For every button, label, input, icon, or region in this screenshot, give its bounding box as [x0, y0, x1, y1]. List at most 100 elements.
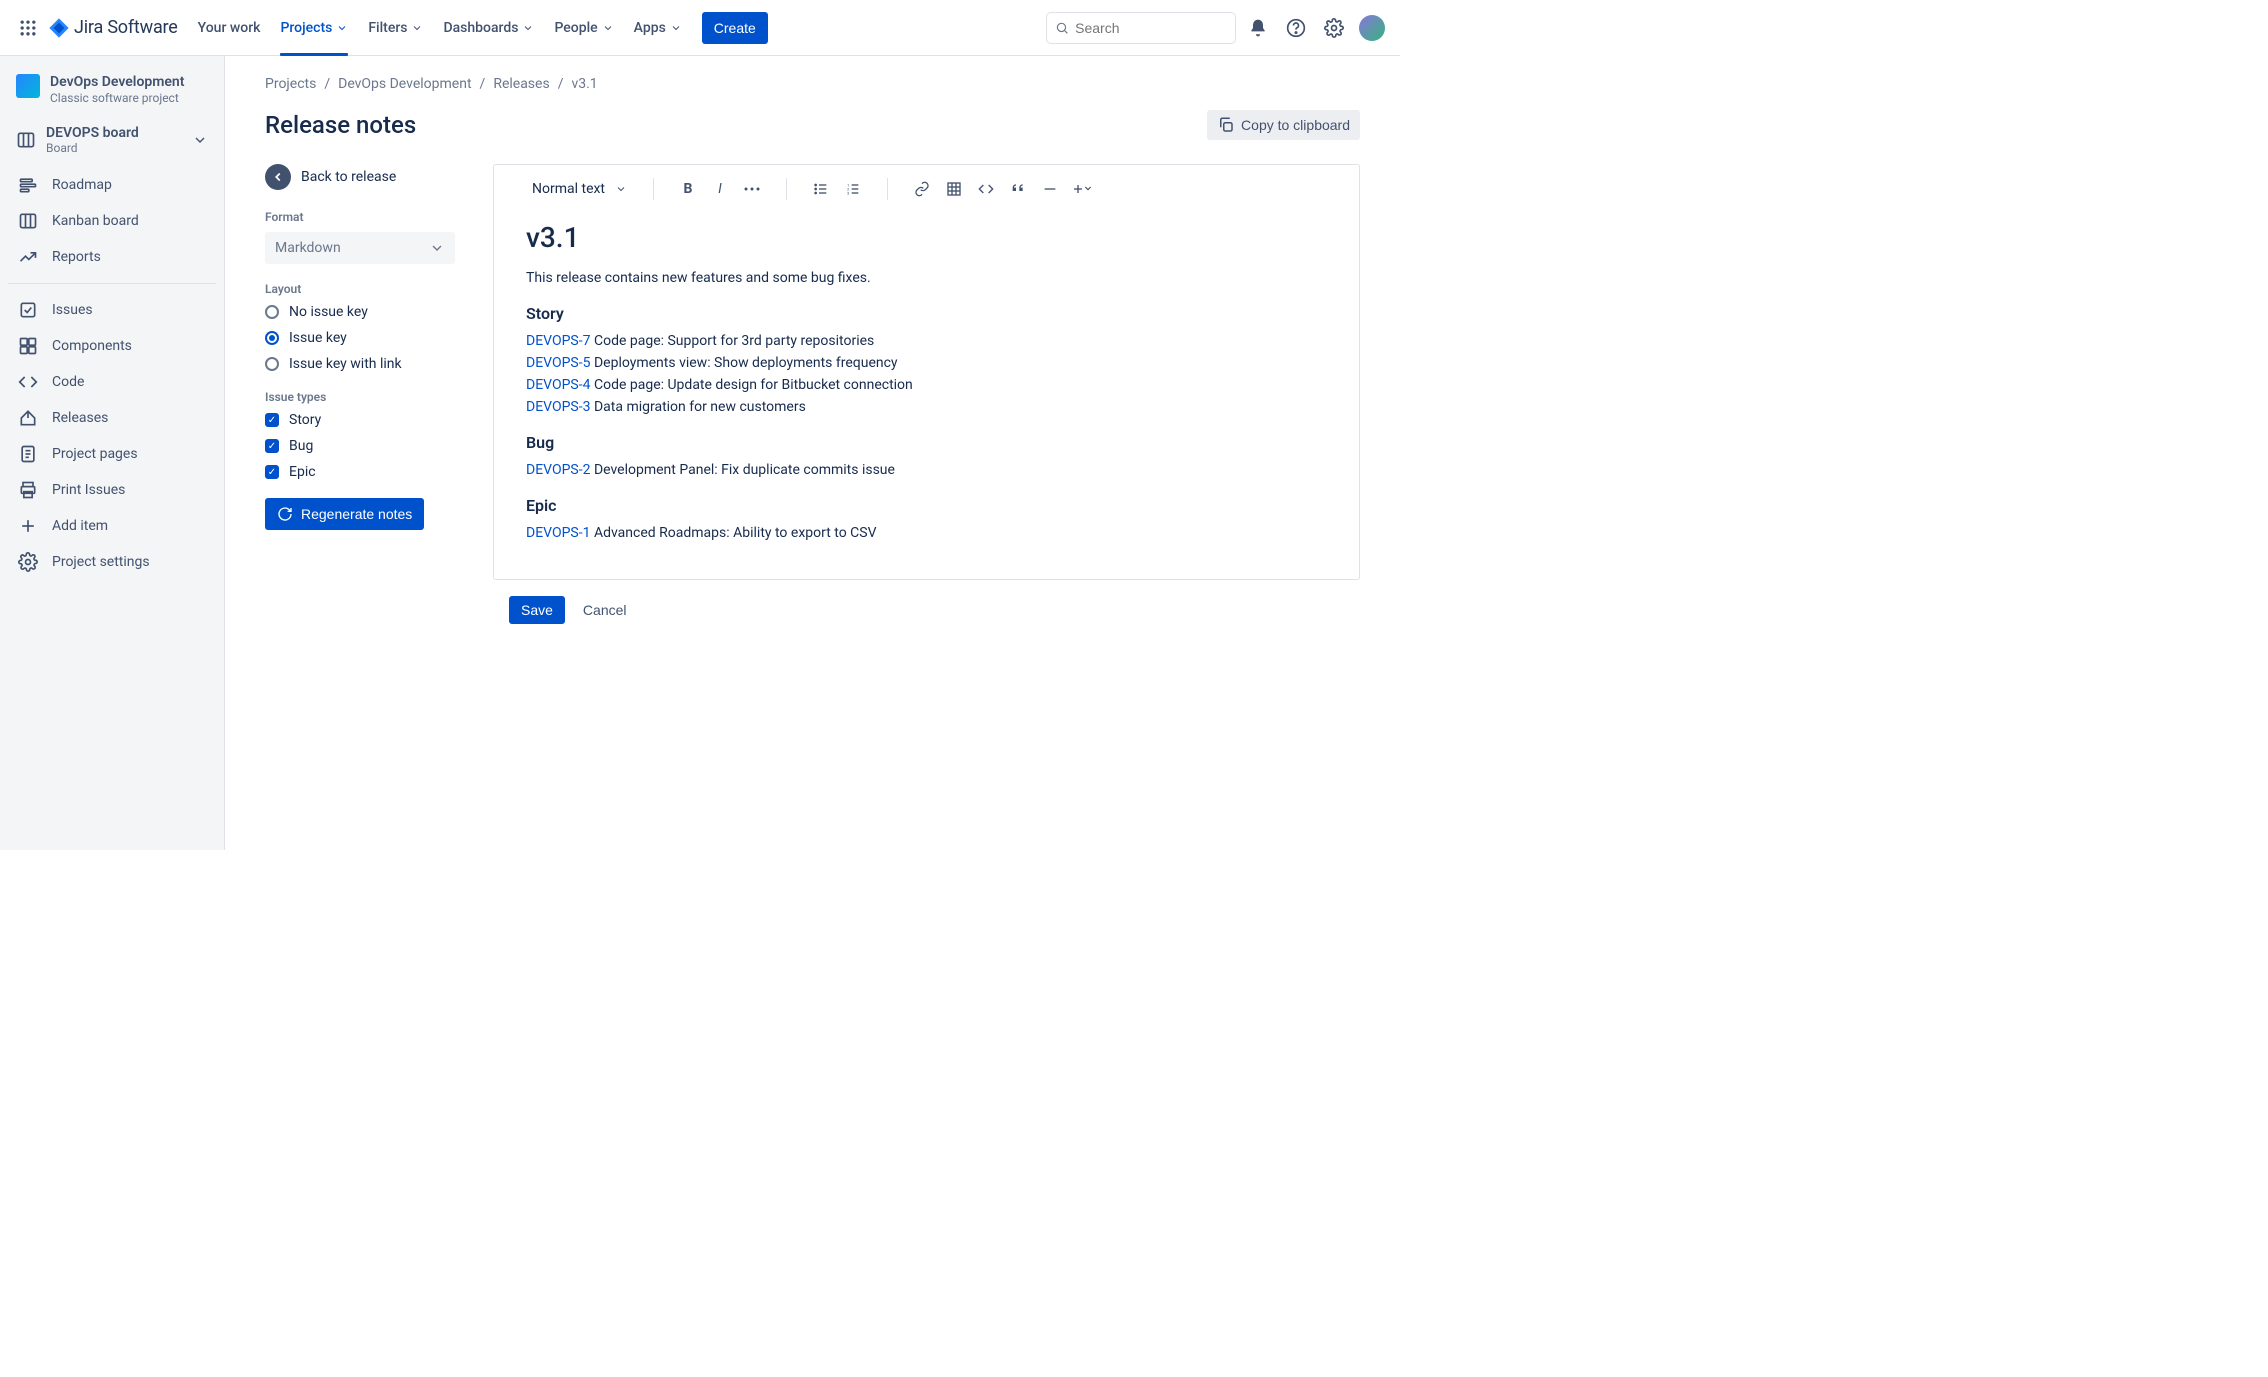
radio-icon [265, 305, 279, 319]
nav-link-dashboards[interactable]: Dashboards [435, 0, 542, 56]
toolbar-separator [653, 178, 654, 200]
kanban-icon [18, 211, 38, 231]
code-button[interactable] [972, 175, 1000, 203]
insert-more-button[interactable] [1068, 175, 1096, 203]
nav-link-people[interactable]: People [546, 0, 621, 56]
save-button[interactable]: Save [509, 596, 565, 624]
notifications-icon[interactable] [1242, 12, 1274, 44]
releases-icon [18, 408, 38, 428]
table-button[interactable] [940, 175, 968, 203]
layout-option-no-issue-key[interactable]: No issue key [265, 304, 455, 320]
sidebar-item-label: Add item [52, 518, 108, 534]
copy-to-clipboard-button[interactable]: Copy to clipboard [1207, 110, 1360, 140]
nav-link-apps[interactable]: Apps [626, 0, 690, 56]
sidebar-item-label: Kanban board [52, 213, 139, 229]
search-icon [1055, 20, 1069, 36]
project-title: DevOps Development [50, 74, 184, 91]
components-icon [18, 336, 38, 356]
editor-toolbar: Normal text B I [494, 165, 1359, 213]
copy-icon [1217, 116, 1235, 134]
editor-footer: Save Cancel [493, 580, 1360, 640]
link-button[interactable] [908, 175, 936, 203]
more-formatting-button[interactable] [738, 175, 766, 203]
issue-key[interactable]: DEVOPS-2 [526, 462, 590, 478]
breadcrumb-item[interactable]: v3.1 [571, 76, 597, 92]
sidebar-divider [8, 283, 216, 284]
sidebar-item-label: Code [52, 374, 84, 390]
horizontal-rule-button[interactable] [1036, 175, 1064, 203]
search-input[interactable] [1075, 20, 1227, 36]
bullet-list-button[interactable] [807, 175, 835, 203]
sidebar-item-project-pages[interactable]: Project pages [8, 436, 216, 472]
sidebar-item-roadmap[interactable]: Roadmap [8, 167, 216, 203]
sidebar-items-bottom: IssuesComponents Code Releases Project page… [8, 292, 216, 580]
regenerate-button[interactable]: Regenerate notes [265, 498, 424, 530]
editor-panel: Normal text B I [493, 164, 1360, 580]
sidebar-item-code[interactable]: Code [8, 364, 216, 400]
nav-link-your-work[interactable]: Your work [190, 0, 269, 56]
text-style-select[interactable]: Normal text [526, 181, 633, 197]
print-icon [18, 480, 38, 500]
issue-key[interactable]: DEVOPS-5 [526, 355, 590, 371]
refresh-icon [277, 506, 293, 522]
sidebar-item-reports[interactable]: Reports [8, 239, 216, 275]
radio-label: Issue key [289, 330, 347, 346]
issue-summary: Advanced Roadmaps: Ability to export to … [594, 525, 877, 541]
checkbox-icon: ✓ [265, 439, 279, 453]
nav-link-filters[interactable]: Filters [360, 0, 431, 56]
sidebar-item-label: Project settings [52, 554, 150, 570]
top-nav: Jira Software Your workProjectsFiltersDa… [0, 0, 1400, 56]
nav-link-projects[interactable]: Projects [272, 0, 356, 56]
main-content: Projects/DevOps Development/Releases/v3.… [225, 56, 1400, 850]
editor-body[interactable]: v3.1 This release contains new features … [494, 213, 1359, 579]
sidebar-item-releases[interactable]: Releases [8, 400, 216, 436]
issue-key[interactable]: DEVOPS-3 [526, 399, 590, 415]
doc-intro: This release contains new features and s… [526, 270, 1327, 286]
breadcrumb-item[interactable]: Releases [493, 76, 549, 92]
project-header[interactable]: DevOps Development Classic software proj… [8, 74, 216, 117]
sidebar-item-label: Project pages [52, 446, 138, 462]
checkbox-icon: ✓ [265, 413, 279, 427]
issue-key[interactable]: DEVOPS-1 [526, 525, 590, 541]
sidebar-item-kanban-board[interactable]: Kanban board [8, 203, 216, 239]
layout-option-issue-key-with-link[interactable]: Issue key with link [265, 356, 455, 372]
quote-button[interactable] [1004, 175, 1032, 203]
checkbox-label: Epic [289, 464, 316, 480]
issue-key[interactable]: DEVOPS-7 [526, 333, 590, 349]
issue-type-epic[interactable]: ✓Epic [265, 464, 455, 480]
issue-line: DEVOPS-5 Deployments view: Show deployme… [526, 355, 1327, 371]
board-name: DEVOPS board [46, 125, 182, 141]
layout-option-issue-key[interactable]: Issue key [265, 330, 455, 346]
bold-button[interactable]: B [674, 175, 702, 203]
numbered-list-button[interactable]: 123 [839, 175, 867, 203]
cancel-button[interactable]: Cancel [579, 596, 631, 624]
issue-type-story[interactable]: ✓Story [265, 412, 455, 428]
user-avatar[interactable] [1356, 12, 1388, 44]
issue-line: DEVOPS-1 Advanced Roadmaps: Ability to e… [526, 525, 1327, 541]
sidebar-item-project-settings[interactable]: Project settings [8, 544, 216, 580]
back-to-release[interactable]: Back to release [265, 164, 455, 190]
sidebar-item-add-item[interactable]: Add item [8, 508, 216, 544]
issue-types-label: Issue types [265, 390, 455, 404]
issue-key[interactable]: DEVOPS-4 [526, 377, 590, 393]
sidebar-item-issues[interactable]: Issues [8, 292, 216, 328]
search-box[interactable] [1046, 12, 1236, 44]
issue-line: DEVOPS-7 Code page: Support for 3rd part… [526, 333, 1327, 349]
italic-button[interactable]: I [706, 175, 734, 203]
regenerate-label: Regenerate notes [301, 506, 412, 522]
format-select[interactable]: Markdown [265, 232, 455, 264]
sidebar-item-print-issues[interactable]: Print Issues [8, 472, 216, 508]
board-selector[interactable]: DEVOPS board Board [8, 117, 216, 163]
issue-line: DEVOPS-3 Data migration for new customer… [526, 399, 1327, 415]
breadcrumb-item[interactable]: Projects [265, 76, 316, 92]
issue-type-bug[interactable]: ✓Bug [265, 438, 455, 454]
jira-logo[interactable]: Jira Software [48, 17, 178, 39]
app-switcher-icon[interactable] [12, 12, 44, 44]
settings-icon[interactable] [1318, 12, 1350, 44]
issue-line: DEVOPS-2 Development Panel: Fix duplicat… [526, 462, 1327, 478]
create-button[interactable]: Create [702, 12, 768, 44]
project-avatar [16, 74, 40, 98]
sidebar-item-components[interactable]: Components [8, 328, 216, 364]
help-icon[interactable] [1280, 12, 1312, 44]
breadcrumb-item[interactable]: DevOps Development [338, 76, 471, 92]
